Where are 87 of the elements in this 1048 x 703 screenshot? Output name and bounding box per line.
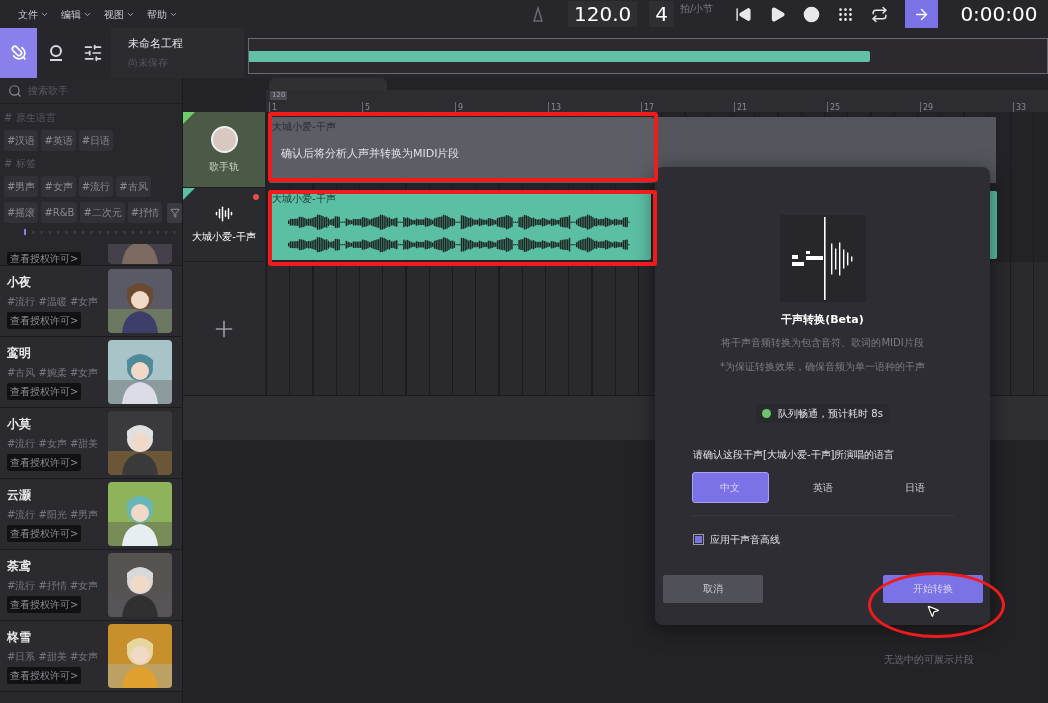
audio-track-header[interactable]: 大城小爱-干声: [183, 188, 265, 262]
search-icon: [8, 83, 22, 98]
sliders-icon: [82, 43, 103, 63]
pitch-line-checkbox[interactable]: 应用干声音高线: [693, 531, 780, 547]
license-link[interactable]: 查看授权许可>: [7, 525, 82, 542]
metronome-icon: [530, 6, 546, 22]
filter-button[interactable]: [167, 202, 182, 223]
mouse-cursor-icon: [926, 604, 940, 618]
bar-number: 29: [923, 103, 934, 112]
empty-message: 无选中的可展示片段: [884, 653, 974, 667]
singer-card[interactable]: 荼鸢 #流行 #抒情 #女声 查看授权许可>: [0, 550, 182, 621]
license-link[interactable]: 查看授权许可>: [7, 667, 82, 684]
filter-icon: [169, 207, 180, 218]
license-link[interactable]: 查看授权许可>: [7, 312, 82, 329]
tempo-field[interactable]: 120.0: [568, 1, 638, 27]
license-link[interactable]: 查看授权许可>: [7, 596, 82, 613]
singer-tags: #日系 #甜美 #女声: [7, 649, 99, 664]
singer-name: 小夜: [7, 274, 32, 291]
waveform-icon: [215, 205, 233, 223]
project-title: 未命名工程: [128, 35, 184, 52]
singer-tags: #流行 #女声 #甜美: [7, 436, 99, 451]
language-question: 请确认这段干声[大城小爱-干声]所演唱的语言: [693, 447, 895, 462]
loop-icon: [871, 5, 889, 23]
bar-number: 1: [272, 103, 278, 112]
singer-name: 鸾明: [7, 345, 32, 362]
license-link[interactable]: 查看授权许可>: [7, 454, 82, 471]
track-name: 歌手轨: [209, 159, 239, 174]
bar-number: 9: [458, 103, 464, 112]
bar-number: 13: [551, 103, 562, 112]
overview-bar[interactable]: [248, 38, 1048, 74]
tag-chip[interactable]: #女声: [41, 176, 76, 197]
record-icon: [803, 5, 821, 23]
time-display: 0:00:00: [960, 1, 1038, 28]
license-link[interactable]: 查看授权许可>: [7, 252, 82, 265]
tag-chip[interactable]: #抒情: [127, 202, 163, 223]
cancel-button[interactable]: 取消: [662, 574, 763, 603]
singer-name: 小莫: [7, 416, 32, 433]
menu-item[interactable]: 帮助: [147, 6, 178, 22]
status-text: 队列畅通，预计耗时 8s: [778, 406, 883, 421]
skip-back-icon: [735, 5, 753, 23]
singer-card[interactable]: 柊雪 #日系 #甜美 #女声 查看授权许可>: [0, 621, 182, 692]
dialog-title: 干声转换(Beta): [781, 312, 864, 328]
singer-tags: #流行 #温暖 #女声: [7, 294, 99, 309]
user-icon: [47, 44, 64, 62]
tag-chip[interactable]: #流行: [78, 176, 114, 197]
singer-name: 荼鸢: [7, 558, 32, 575]
clip-name: 大城小爱-干声: [271, 192, 337, 206]
transport-button[interactable]: [905, 0, 939, 28]
tag-chip[interactable]: #摇滚: [4, 202, 39, 223]
tag-chip[interactable]: #日语: [78, 130, 114, 151]
bar-number: 17: [644, 103, 655, 112]
singer-name: 云灏: [7, 487, 32, 504]
beats-unit: 拍/小节: [680, 2, 714, 16]
dialog-description: 将干声音频转换为包含音符、歌词的MIDI片段: [721, 335, 924, 350]
tag-chip[interactable]: #男声: [4, 176, 39, 197]
singer-tags: #流行 #抒情 #女声: [7, 578, 99, 593]
corner-flag-icon: [183, 188, 195, 200]
clip-message: 确认后将分析人声并转换为MIDI片段: [280, 146, 461, 162]
tag-chip[interactable]: #R&B: [41, 202, 78, 223]
singer-tags: #流行 #阳光 #男声: [7, 507, 99, 522]
beats-field[interactable]: 4: [649, 1, 674, 27]
singer-card[interactable]: 云灏 #流行 #阳光 #男声 查看授权许可>: [0, 479, 182, 550]
language-option[interactable]: 日语: [876, 471, 954, 503]
tag-chip[interactable]: #汉语: [4, 130, 39, 151]
singer-track-header[interactable]: 歌手轨: [183, 112, 265, 188]
tag-chip[interactable]: #英语: [41, 130, 76, 151]
bar-number: 25: [830, 103, 841, 112]
tag-chip[interactable]: #古风: [116, 176, 151, 197]
menu-item[interactable]: 编辑: [61, 6, 92, 22]
track-name: 大城小爱-干声: [192, 230, 256, 244]
singer-name: 柊雪: [7, 629, 32, 646]
dots-icon: [837, 5, 855, 23]
menu-item[interactable]: 文件: [18, 6, 49, 22]
bar-number: 5: [365, 103, 371, 112]
menu-item[interactable]: 视图: [104, 6, 135, 22]
bar-number: 33: [1016, 103, 1027, 112]
singer-card[interactable]: 小莫 #流行 #女声 #甜美 查看授权许可>: [0, 408, 182, 479]
play-icon: [769, 5, 787, 23]
language-option[interactable]: 英语: [784, 471, 861, 503]
singer-card[interactable]: 鸾明 #古风 #婉柔 #女声 查看授权许可>: [0, 337, 182, 408]
singer-tags: #古风 #婉柔 #女声: [7, 365, 99, 380]
voice-to-midi-icon: [779, 215, 866, 302]
singer-card[interactable]: 小夜 #流行 #温暖 #女声 查看授权许可>: [0, 266, 182, 337]
avatar: [210, 125, 238, 153]
license-link[interactable]: 查看授权许可>: [7, 383, 82, 400]
bar-number: 21: [737, 103, 748, 112]
corner-flag-icon: [183, 112, 195, 124]
